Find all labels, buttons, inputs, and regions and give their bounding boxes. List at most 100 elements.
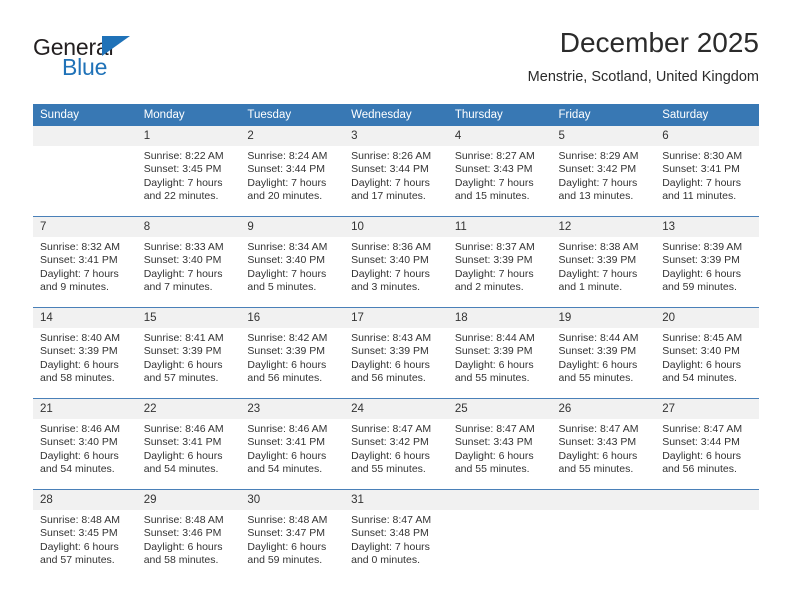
day-detail-line: and 54 minutes. [247,463,323,476]
day-detail-line: Sunset: 3:45 PM [40,527,118,540]
day-detail-line: Daylight: 7 hours [454,176,534,189]
calendar-day-cell[interactable]: 12 Sunrise: 8:38 AM Sunset: 3:39 PM Dayligh… [551,216,656,308]
day-detail-line: Sunset: 3:39 PM [558,254,637,267]
day-detail-block: Sunrise: 8:44 AM Sunset: 3:39 PM Daylight:… [551,328,656,398]
day-detail-line: Sunrise: 8:37 AM [454,241,535,253]
calendar-week-row: 1 Sunrise: 8:22 AM Sunset: 3:45 PM Daylight… [33,126,759,217]
day-detail-line [662,541,753,554]
calendar-day-cell[interactable]: 15 Sunrise: 8:41 AM Sunset: 3:39 PM Dayligh… [136,307,241,399]
weekday-header-monday: Monday [136,104,241,126]
day-detail-block: Sunrise: 8:30 AM Sunset: 3:41 PM Daylight:… [655,146,759,216]
day-detail-line: Sunset: 3:40 PM [40,436,118,449]
calendar-day-cell[interactable]: 20 Sunrise: 8:45 AM Sunset: 3:40 PM Dayligh… [655,307,759,399]
day-detail-line: Daylight: 6 hours [143,540,223,553]
calendar-day-cell[interactable]: 14 Sunrise: 8:40 AM Sunset: 3:39 PM Dayligh… [33,307,137,399]
calendar-day-cell[interactable]: 13 Sunrise: 8:39 AM Sunset: 3:39 PM Dayligh… [655,216,759,308]
calendar-day-cell[interactable]: 16 Sunrise: 8:42 AM Sunset: 3:39 PM Dayligh… [240,307,345,399]
day-detail-line: Daylight: 7 hours [247,176,327,189]
day-number [447,490,552,510]
day-number: 24 [344,399,448,419]
calendar-day-cell[interactable]: 26 Sunrise: 8:47 AM Sunset: 3:43 PM Dayligh… [551,398,656,490]
calendar-day-cell[interactable]: 2 Sunrise: 8:24 AM Sunset: 3:44 PM Daylight… [240,126,345,217]
day-detail-line: Sunset: 3:43 PM [558,436,637,449]
calendar-day-cell[interactable]: 31 Sunrise: 8:47 AM Sunset: 3:48 PM Dayligh… [344,489,448,580]
calendar-header-row: Sunday Monday Tuesday Wednesday Thursday Frid… [33,104,759,126]
day-detail-line: and 7 minutes. [143,281,213,294]
day-detail-line: Daylight: 7 hours [351,176,430,189]
calendar-day-cell[interactable]: 7 Sunrise: 8:32 AM Sunset: 3:41 PM Daylight… [33,216,137,308]
title-block: December 2025 Menstrie, Scotland, United… [528,26,759,88]
calendar-day-cell[interactable]: 24 Sunrise: 8:47 AM Sunset: 3:42 PM Dayligh… [344,398,448,490]
day-detail-block: Sunrise: 8:22 AM Sunset: 3:45 PM Daylight:… [136,146,241,216]
day-detail-block: Sunrise: 8:48 AM Sunset: 3:45 PM Daylight:… [33,510,137,580]
day-detail-line: and 0 minutes. [351,554,420,567]
day-detail-line: Daylight: 7 hours [143,267,223,280]
calendar-day-cell[interactable]: 5 Sunrise: 8:29 AM Sunset: 3:42 PM Daylight… [551,126,656,217]
day-detail-block: Sunrise: 8:40 AM Sunset: 3:39 PM Daylight:… [33,328,137,398]
calendar-day-cell[interactable]: 22 Sunrise: 8:46 AM Sunset: 3:41 PM Dayligh… [136,398,241,490]
day-detail-line: Daylight: 6 hours [558,449,638,462]
day-number: 3 [344,126,448,146]
day-detail-line: Sunrise: 8:42 AM [247,332,328,344]
day-detail-line: Sunrise: 8:32 AM [40,241,120,253]
day-number: 22 [136,399,241,419]
day-detail-line: Sunset: 3:40 PM [247,254,326,267]
day-detail-block: Sunrise: 8:38 AM Sunset: 3:39 PM Daylight:… [551,237,656,307]
weekday-header-wednesday: Wednesday [344,104,448,126]
day-detail-line: and 3 minutes. [351,281,420,294]
calendar-day-cell[interactable]: 3 Sunrise: 8:26 AM Sunset: 3:44 PM Daylight… [344,126,448,217]
calendar-day-cell[interactable]: 4 Sunrise: 8:27 AM Sunset: 3:43 PM Daylight… [447,126,552,217]
day-number: 27 [655,399,759,419]
day-detail-line: Sunset: 3:39 PM [40,345,118,358]
day-detail-line: and 59 minutes. [247,554,323,567]
calendar-day-cell[interactable]: 29 Sunrise: 8:48 AM Sunset: 3:46 PM Dayligh… [136,489,241,580]
day-detail-line: and 57 minutes. [40,554,115,567]
calendar-day-cell[interactable]: 8 Sunrise: 8:33 AM Sunset: 3:40 PM Daylight… [136,216,241,308]
calendar-day-cell[interactable]: 28 Sunrise: 8:48 AM Sunset: 3:45 PM Dayligh… [33,489,137,580]
day-detail-line: and 22 minutes. [143,190,219,203]
day-number: 15 [136,308,241,328]
day-detail-block: Sunrise: 8:27 AM Sunset: 3:43 PM Daylight:… [447,146,552,216]
day-detail-line: Daylight: 6 hours [558,358,638,371]
calendar-day-cell[interactable]: 10 Sunrise: 8:36 AM Sunset: 3:40 PM Dayligh… [344,216,448,308]
day-number: 21 [33,399,137,419]
weekday-header-thursday: Thursday [447,104,552,126]
calendar-day-cell[interactable]: 19 Sunrise: 8:44 AM Sunset: 3:39 PM Dayligh… [551,307,656,399]
calendar-day-cell[interactable]: 9 Sunrise: 8:34 AM Sunset: 3:40 PM Daylight… [240,216,345,308]
calendar-day-cell[interactable]: 1 Sunrise: 8:22 AM Sunset: 3:45 PM Daylight… [136,126,241,217]
day-detail-line [662,554,753,567]
day-detail-line: Daylight: 6 hours [247,449,327,462]
day-detail-line: Sunset: 3:43 PM [454,436,533,449]
day-number: 11 [447,217,552,237]
day-detail-line: Sunrise: 8:45 AM [662,332,743,344]
day-detail-line: and 55 minutes. [454,463,530,476]
calendar-day-cell[interactable]: 27 Sunrise: 8:47 AM Sunset: 3:44 PM Dayligh… [655,398,759,490]
day-detail-line: and 5 minutes. [247,281,317,294]
calendar-day-cell[interactable]: 17 Sunrise: 8:43 AM Sunset: 3:39 PM Dayligh… [344,307,448,399]
day-detail-line [559,541,650,554]
day-detail-line: Sunrise: 8:44 AM [558,332,639,344]
calendar-day-cell[interactable]: 11 Sunrise: 8:37 AM Sunset: 3:39 PM Dayligh… [447,216,552,308]
day-number: 10 [344,217,448,237]
calendar-day-cell[interactable]: 6 Sunrise: 8:30 AM Sunset: 3:41 PM Daylight… [655,126,759,217]
day-detail-line: and 56 minutes. [662,463,737,476]
day-detail-block: Sunrise: 8:34 AM Sunset: 3:40 PM Daylight:… [240,237,345,307]
day-detail-line: Sunset: 3:41 PM [143,436,222,449]
day-detail-line: Sunset: 3:39 PM [662,254,740,267]
day-detail-line: Sunrise: 8:26 AM [351,150,432,162]
day-number: 18 [447,308,552,328]
day-detail-line: Daylight: 7 hours [454,267,534,280]
calendar-day-cell[interactable]: 30 Sunrise: 8:48 AM Sunset: 3:47 PM Dayligh… [240,489,345,580]
day-number: 7 [33,217,137,237]
day-detail-line: Daylight: 7 hours [143,176,223,189]
calendar-day-cell[interactable]: 18 Sunrise: 8:44 AM Sunset: 3:39 PM Dayligh… [447,307,552,399]
calendar-day-cell[interactable]: 23 Sunrise: 8:46 AM Sunset: 3:41 PM Dayligh… [240,398,345,490]
day-detail-block: Sunrise: 8:48 AM Sunset: 3:46 PM Daylight:… [136,510,241,580]
day-number: 6 [655,126,759,146]
day-detail-block: Sunrise: 8:44 AM Sunset: 3:39 PM Daylight:… [447,328,552,398]
page-title: December 2025 [559,27,759,58]
day-detail-line: Sunset: 3:41 PM [662,163,740,176]
calendar-day-cell[interactable]: 21 Sunrise: 8:46 AM Sunset: 3:40 PM Dayligh… [33,398,137,490]
day-number: 13 [655,217,759,237]
calendar-day-cell[interactable]: 25 Sunrise: 8:47 AM Sunset: 3:43 PM Dayligh… [447,398,552,490]
